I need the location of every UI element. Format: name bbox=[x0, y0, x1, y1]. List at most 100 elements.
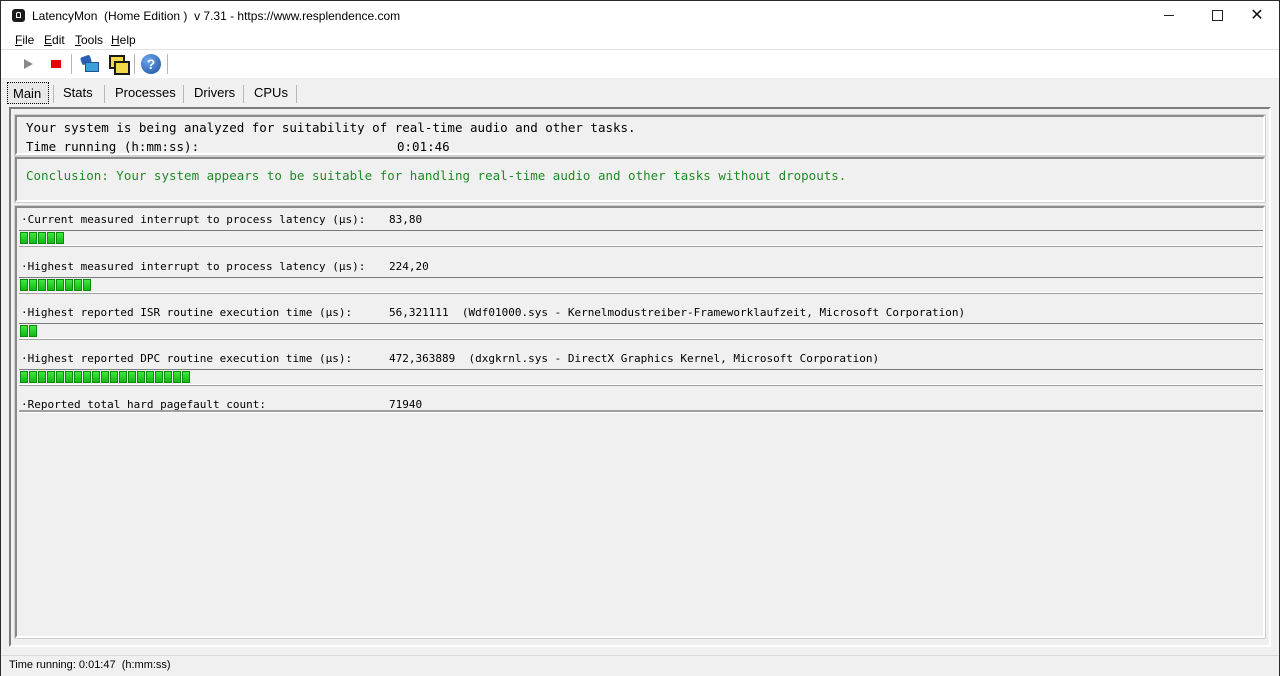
bar-segment bbox=[128, 371, 136, 383]
bar-segment bbox=[56, 279, 64, 291]
tab-divider bbox=[53, 85, 54, 103]
window-title: LatencyMon (Home Edition ) v 7.31 - http… bbox=[32, 9, 401, 23]
conclusion-text: Conclusion: Your system appears to be su… bbox=[26, 168, 847, 183]
tab-drivers-label: Drivers bbox=[194, 85, 236, 100]
metric-label: ·Highest reported DPC routine execution … bbox=[21, 352, 353, 365]
toolbar-separator bbox=[167, 54, 168, 74]
tab-main[interactable]: Main bbox=[7, 82, 49, 104]
latency-bar-track bbox=[19, 277, 1263, 293]
minimize-button[interactable] bbox=[1146, 1, 1192, 31]
metric-detail: (dxgkrnl.sys - DirectX Graphics Kernel, … bbox=[468, 352, 880, 365]
stop-icon[interactable] bbox=[45, 53, 67, 75]
metric-detail: (Wdf01000.sys - Kernelmodustreiber-Frame… bbox=[461, 306, 966, 319]
latency-bar-track bbox=[19, 230, 1263, 246]
tab-divider bbox=[104, 85, 105, 103]
tab-cpus[interactable]: CPUs bbox=[246, 82, 296, 104]
tab-stats[interactable]: Stats bbox=[55, 82, 101, 104]
tab-cpus-label: CPUs bbox=[254, 85, 288, 100]
metric-row-isr: ·Highest reported ISR routine execution … bbox=[17, 301, 1263, 347]
bar-segment bbox=[182, 371, 190, 383]
toolbar: ? bbox=[1, 50, 1279, 78]
menu-file[interactable]: File bbox=[15, 33, 34, 47]
app-lock-icon bbox=[12, 9, 25, 22]
latency-bar-track bbox=[19, 369, 1263, 385]
latency-bar bbox=[20, 325, 38, 337]
bar-segment bbox=[38, 371, 46, 383]
metric-label: ·Current measured interrupt to process l… bbox=[21, 213, 366, 226]
bar-segment bbox=[164, 371, 172, 383]
bar-segment bbox=[110, 371, 118, 383]
bar-segment bbox=[20, 325, 28, 337]
bar-segment bbox=[47, 232, 55, 244]
bar-segment bbox=[20, 371, 28, 383]
time-running-label: Time running (h:mm:ss): bbox=[26, 139, 200, 154]
latency-bar-track bbox=[19, 323, 1263, 339]
status-bar-text: Time running: 0:01:47 (h:mm:ss) bbox=[9, 659, 171, 671]
latency-bar bbox=[20, 371, 191, 383]
bar-segment bbox=[137, 371, 145, 383]
bar-segment bbox=[74, 371, 82, 383]
bar-segment bbox=[38, 232, 46, 244]
bar-segment bbox=[146, 371, 154, 383]
latency-bar bbox=[20, 279, 92, 291]
metric-row-dpc: ·Highest reported DPC routine execution … bbox=[17, 347, 1263, 393]
metric-value: 83,80 bbox=[389, 213, 423, 226]
metric-row-pagefault: ·Reported total hard pagefault count: 71… bbox=[17, 393, 1263, 439]
help-icon[interactable]: ? bbox=[140, 53, 162, 75]
metric-value: 472,363889 (dxgkrnl.sys - DirectX Graphi… bbox=[389, 352, 879, 365]
tab-drivers[interactable]: Drivers bbox=[186, 82, 243, 104]
tab-main-label: Main bbox=[13, 86, 42, 101]
bar-segment bbox=[173, 371, 181, 383]
metric-number: 472,363889 bbox=[389, 352, 456, 365]
close-button[interactable]: ✕ bbox=[1234, 1, 1280, 31]
menu-edit[interactable]: Edit bbox=[44, 33, 65, 47]
bar-segment bbox=[29, 371, 37, 383]
bar-segment bbox=[56, 232, 64, 244]
main-panel: Your system is being analyzed for suitab… bbox=[9, 107, 1271, 647]
bar-segment bbox=[119, 371, 127, 383]
minimize-icon bbox=[1164, 15, 1174, 17]
metric-value: 224,20 bbox=[389, 260, 429, 273]
latency-bar bbox=[20, 232, 65, 244]
play-icon[interactable] bbox=[17, 53, 39, 75]
bar-segment bbox=[83, 279, 91, 291]
bar-segment bbox=[47, 371, 55, 383]
tab-divider bbox=[243, 85, 244, 103]
bar-segment bbox=[29, 325, 37, 337]
tab-divider bbox=[296, 85, 297, 103]
title-bar[interactable]: LatencyMon (Home Edition ) v 7.31 - http… bbox=[1, 1, 1279, 31]
app-window: LatencyMon (Home Edition ) v 7.31 - http… bbox=[0, 0, 1280, 676]
metric-number: 56,321111 bbox=[389, 306, 449, 319]
metric-label: ·Highest measured interrupt to process l… bbox=[21, 260, 366, 273]
windows-icon[interactable] bbox=[107, 53, 130, 75]
bar-segment bbox=[65, 371, 73, 383]
toolbar-separator bbox=[71, 54, 72, 74]
metric-row-highest-latency: ·Highest measured interrupt to process l… bbox=[17, 255, 1263, 301]
status-box: Your system is being analyzed for suitab… bbox=[14, 114, 1266, 156]
bar-segment bbox=[155, 371, 163, 383]
bar-segment bbox=[74, 279, 82, 291]
menu-tools[interactable]: Tools bbox=[75, 33, 103, 47]
menu-bar: File Edit Tools Help bbox=[1, 31, 1279, 50]
tab-stats-label: Stats bbox=[63, 85, 93, 100]
bar-segment bbox=[92, 371, 100, 383]
toolbar-separator bbox=[134, 54, 135, 74]
bar-segment bbox=[29, 232, 37, 244]
bar-segment bbox=[20, 232, 28, 244]
metric-label: ·Highest reported ISR routine execution … bbox=[21, 306, 353, 319]
menu-help[interactable]: Help bbox=[111, 33, 136, 47]
bar-segment bbox=[20, 279, 28, 291]
status-bar: Time running: 0:01:47 (h:mm:ss) bbox=[1, 655, 1279, 676]
conclusion-box: Conclusion: Your system appears to be su… bbox=[14, 156, 1266, 203]
metric-divider bbox=[19, 410, 1263, 413]
bar-segment bbox=[83, 371, 91, 383]
tab-divider bbox=[183, 85, 184, 103]
bar-segment bbox=[65, 279, 73, 291]
bar-segment bbox=[38, 279, 46, 291]
tool-icon[interactable] bbox=[78, 53, 100, 75]
tab-processes[interactable]: Processes bbox=[107, 82, 184, 104]
maximize-icon bbox=[1211, 10, 1223, 22]
metric-row-current-latency: ·Current measured interrupt to process l… bbox=[17, 208, 1263, 254]
close-icon: ✕ bbox=[1250, 7, 1264, 24]
metric-value: 56,321111 (Wdf01000.sys - Kernelmodustre… bbox=[389, 306, 965, 319]
